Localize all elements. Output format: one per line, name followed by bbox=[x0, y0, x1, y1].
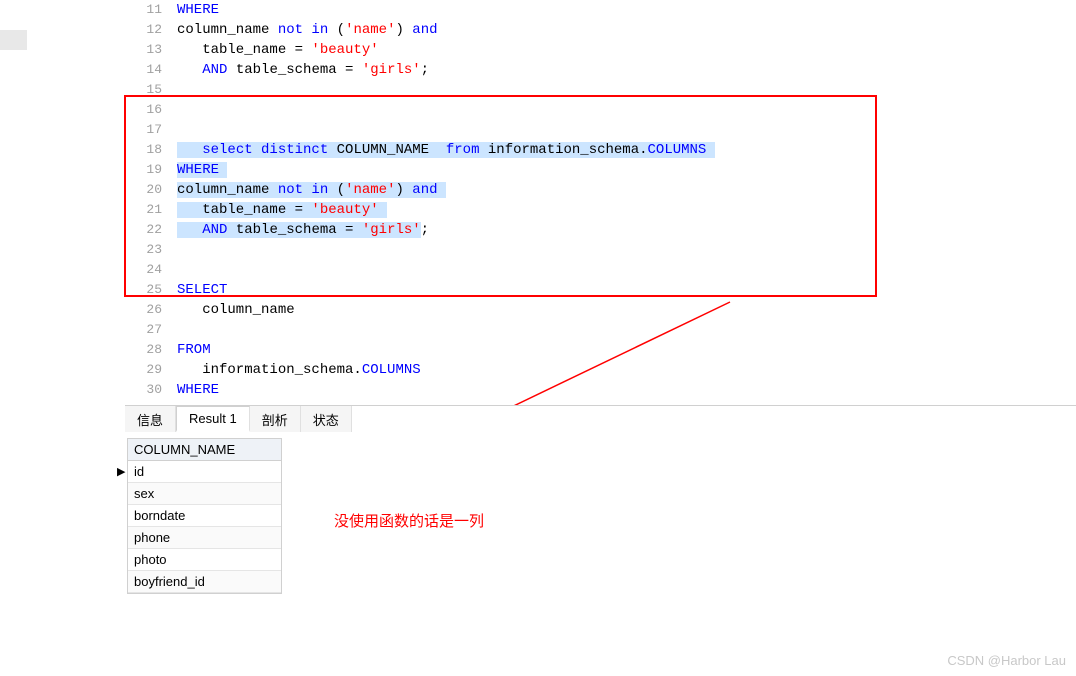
line-number: 24 bbox=[125, 260, 170, 280]
code-line[interactable]: select distinct COLUMN_NAME from informa… bbox=[177, 140, 1057, 160]
tab-result1[interactable]: Result 1 bbox=[176, 406, 250, 432]
column-header[interactable]: COLUMN_NAME bbox=[128, 439, 281, 461]
line-number: 14 bbox=[125, 60, 170, 80]
code-line[interactable] bbox=[177, 80, 1057, 100]
line-number: 17 bbox=[125, 120, 170, 140]
sql-editor[interactable]: 1112131415161718192021222324252627282930… bbox=[125, 0, 1076, 400]
table-row[interactable]: boyfriend_id bbox=[128, 571, 281, 593]
line-number: 11 bbox=[125, 0, 170, 20]
code-line[interactable] bbox=[177, 100, 1057, 120]
margin-marker bbox=[0, 30, 27, 50]
current-row-marker-icon: ▶ bbox=[117, 465, 125, 478]
line-number: 29 bbox=[125, 360, 170, 380]
code-line[interactable]: information_schema.COLUMNS bbox=[177, 360, 1057, 380]
line-number: 30 bbox=[125, 380, 170, 400]
table-row[interactable]: sex bbox=[128, 483, 281, 505]
line-number: 16 bbox=[125, 100, 170, 120]
code-line[interactable]: WHERE bbox=[177, 160, 1057, 180]
code-line[interactable]: AND table_schema = 'girls'; bbox=[177, 60, 1057, 80]
code-line[interactable]: table_name = 'beauty' bbox=[177, 40, 1057, 60]
line-number: 20 bbox=[125, 180, 170, 200]
tab-profile[interactable]: 剖析 bbox=[250, 406, 301, 432]
table-row[interactable]: id▶ bbox=[128, 461, 281, 483]
code-line[interactable]: WHERE bbox=[177, 0, 1057, 20]
code-content[interactable]: WHEREcolumn_name not in ('name') and tab… bbox=[177, 0, 1057, 400]
code-line[interactable]: SELECT bbox=[177, 280, 1057, 300]
results-panel: 信息 Result 1 剖析 状态 COLUMN_NAME id▶sexborn… bbox=[125, 405, 1076, 665]
line-number: 15 bbox=[125, 80, 170, 100]
line-number: 21 bbox=[125, 200, 170, 220]
code-line[interactable]: WHERE bbox=[177, 380, 1057, 400]
code-line[interactable]: table_name = 'beauty' bbox=[177, 200, 1057, 220]
result-tabs: 信息 Result 1 剖析 状态 bbox=[125, 406, 1076, 432]
line-number: 12 bbox=[125, 20, 170, 40]
line-number: 27 bbox=[125, 320, 170, 340]
code-line[interactable] bbox=[177, 320, 1057, 340]
line-number: 25 bbox=[125, 280, 170, 300]
code-line[interactable]: column_name not in ('name') and bbox=[177, 20, 1057, 40]
code-line[interactable] bbox=[177, 240, 1057, 260]
line-number: 19 bbox=[125, 160, 170, 180]
code-line[interactable] bbox=[177, 120, 1057, 140]
tab-status[interactable]: 状态 bbox=[301, 406, 352, 432]
line-number: 26 bbox=[125, 300, 170, 320]
tab-info[interactable]: 信息 bbox=[125, 406, 176, 432]
line-number-gutter: 1112131415161718192021222324252627282930 bbox=[125, 0, 170, 400]
code-line[interactable]: AND table_schema = 'girls'; bbox=[177, 220, 1057, 240]
line-number: 28 bbox=[125, 340, 170, 360]
table-row[interactable]: phone bbox=[128, 527, 281, 549]
code-line[interactable]: column_name bbox=[177, 300, 1057, 320]
table-row[interactable]: borndate bbox=[128, 505, 281, 527]
line-number: 23 bbox=[125, 240, 170, 260]
watermark: CSDN @Harbor Lau bbox=[947, 653, 1066, 668]
code-line[interactable]: column_name not in ('name') and bbox=[177, 180, 1057, 200]
line-number: 13 bbox=[125, 40, 170, 60]
code-line[interactable] bbox=[177, 260, 1057, 280]
left-margin bbox=[0, 0, 125, 400]
code-line[interactable]: FROM bbox=[177, 340, 1057, 360]
table-row[interactable]: photo bbox=[128, 549, 281, 571]
line-number: 18 bbox=[125, 140, 170, 160]
line-number: 22 bbox=[125, 220, 170, 240]
annotation-text: 没使用函数的话是一列 bbox=[334, 510, 484, 531]
result-table[interactable]: COLUMN_NAME id▶sexborndatephonephotoboyf… bbox=[127, 438, 282, 594]
